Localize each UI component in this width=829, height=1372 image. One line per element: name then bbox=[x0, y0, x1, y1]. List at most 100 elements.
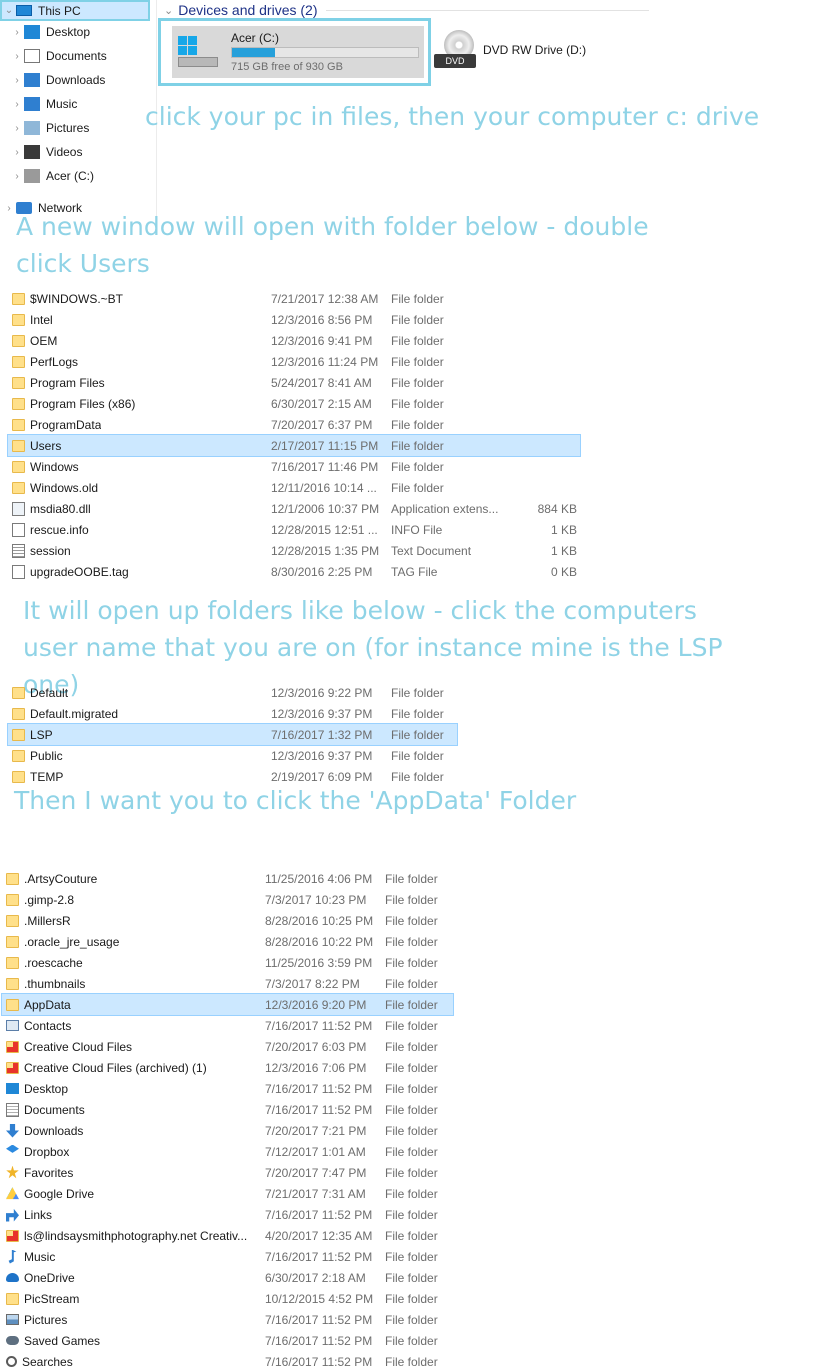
file-name: Windows.old bbox=[30, 480, 99, 495]
onedrive-icon bbox=[6, 1273, 19, 1282]
file-row[interactable]: upgradeOOBE.tag 8/30/2016 2:25 PM TAG File… bbox=[8, 561, 580, 582]
file-row[interactable]: .thumbnails 7/3/2017 8:22 PM File folder bbox=[2, 973, 453, 994]
devices-header[interactable]: ⌄ Devices and drives (2) bbox=[164, 0, 649, 20]
chevron-right-icon[interactable]: › bbox=[10, 123, 24, 134]
nav-item-music[interactable]: › Music bbox=[10, 93, 77, 115]
file-name: Public bbox=[30, 748, 63, 763]
file-row[interactable]: Program Files (x86) 6/30/2017 2:15 AM File… bbox=[8, 393, 580, 414]
file-type: File folder bbox=[391, 769, 444, 784]
file-row-selected-users[interactable]: Users 2/17/2017 11:15 PM File folder bbox=[7, 434, 581, 457]
file-row[interactable]: Google Drive 7/21/2017 7:31 AM File folder bbox=[2, 1183, 453, 1204]
file-row[interactable]: Creative Cloud Files (archived) (1) 12/3/… bbox=[2, 1057, 453, 1078]
file-row[interactable]: .gimp-2.8 7/3/2017 10:23 PM File folder bbox=[2, 889, 453, 910]
file-name: .thumbnails bbox=[24, 976, 86, 991]
file-type: File folder bbox=[385, 1249, 438, 1264]
file-row[interactable]: Contacts 7/16/2017 11:52 PM File folder bbox=[2, 1015, 453, 1036]
file-row[interactable]: PerfLogs 12/3/2016 11:24 PM File folder bbox=[8, 351, 580, 372]
file-row[interactable]: TEMP 2/19/2017 6:09 PM File folder bbox=[8, 766, 457, 787]
file-row[interactable]: Windows 7/16/2017 11:46 PM File folder bbox=[8, 456, 580, 477]
file-row[interactable]: session 12/28/2015 1:35 PM Text Document 1 … bbox=[8, 540, 580, 561]
file-row[interactable]: Program Files 5/24/2017 8:41 AM File folde… bbox=[8, 372, 580, 393]
file-type: File folder bbox=[385, 934, 438, 949]
file-name: PerfLogs bbox=[30, 354, 79, 369]
file-name: Music bbox=[24, 1249, 56, 1264]
file-row[interactable]: Windows.old 12/11/2016 10:14 ... File fold… bbox=[8, 477, 580, 498]
file-row[interactable]: Downloads 7/20/2017 7:21 PM File folder bbox=[2, 1120, 453, 1141]
file-size: 1 KB bbox=[550, 543, 577, 558]
file-name: PicStream bbox=[24, 1291, 80, 1306]
favorites-star-icon bbox=[6, 1165, 19, 1179]
file-row[interactable]: .oracle_jre_usage 8/28/2016 10:22 PM File … bbox=[2, 931, 453, 952]
file-date-modified: 7/20/2017 7:21 PM bbox=[265, 1123, 367, 1138]
chevron-right-icon[interactable]: › bbox=[10, 147, 24, 158]
folder-icon bbox=[12, 770, 25, 783]
file-row[interactable]: .roescache 11/25/2016 3:59 PM File folder bbox=[2, 952, 453, 973]
file-type: File folder bbox=[391, 706, 444, 721]
file-row[interactable]: .MillersR 8/28/2016 10:25 PM File folder bbox=[2, 910, 453, 931]
nav-item-videos[interactable]: › Videos bbox=[10, 141, 82, 163]
file-row[interactable]: Default 12/3/2016 9:22 PM File folder bbox=[8, 682, 457, 703]
file-row[interactable]: Documents 7/16/2017 11:52 PM File folder bbox=[2, 1099, 453, 1120]
file-row[interactable]: rescue.info 12/28/2015 12:51 ... INFO File… bbox=[8, 519, 580, 540]
file-row[interactable]: Public 12/3/2016 9:37 PM File folder bbox=[8, 745, 457, 766]
file-row[interactable]: Saved Games 7/16/2017 11:52 PM File folder bbox=[2, 1330, 453, 1351]
file-date-modified: 12/3/2016 8:56 PM bbox=[271, 312, 373, 327]
file-date-modified: 7/16/2017 11:52 PM bbox=[265, 1018, 373, 1033]
file-name: TEMP bbox=[30, 769, 64, 784]
file-date-modified: 7/16/2017 11:52 PM bbox=[265, 1312, 373, 1327]
chevron-right-icon[interactable]: › bbox=[10, 75, 24, 86]
file-date-modified: 11/25/2016 4:06 PM bbox=[265, 871, 373, 886]
file-row[interactable]: OEM 12/3/2016 9:41 PM File folder bbox=[8, 330, 580, 351]
file-type: File folder bbox=[385, 1123, 438, 1138]
file-row-selected-appdata[interactable]: AppData 12/3/2016 9:20 PM File folder bbox=[1, 993, 454, 1016]
file-row[interactable]: Intel 12/3/2016 8:56 PM File folder bbox=[8, 309, 580, 330]
file-row[interactable]: ProgramData 7/20/2017 6:37 PM File folder bbox=[8, 414, 580, 435]
file-row[interactable]: Searches 7/16/2017 11:52 PM File folder bbox=[2, 1351, 453, 1372]
file-row[interactable]: ls@lindsaysmithphotography.net Creativ..… bbox=[2, 1225, 453, 1246]
nav-item-downloads[interactable]: › Downloads bbox=[10, 69, 105, 91]
file-date-modified: 12/3/2016 9:22 PM bbox=[271, 685, 373, 700]
file-name: .MillersR bbox=[24, 913, 71, 928]
file-name: OEM bbox=[30, 333, 58, 348]
nav-this-pc-label: This PC bbox=[38, 3, 81, 18]
file-row[interactable]: PicStream 10/12/2015 4:52 PM File folder bbox=[2, 1288, 453, 1309]
file-row[interactable]: Music 7/16/2017 11:52 PM File folder bbox=[2, 1246, 453, 1267]
folder-icon bbox=[6, 914, 19, 927]
nav-item-pictures[interactable]: › Pictures bbox=[10, 117, 89, 139]
nav-item-documents[interactable]: › Documents bbox=[10, 45, 107, 67]
file-row[interactable]: OneDrive 6/30/2017 2:18 AM File folder bbox=[2, 1267, 453, 1288]
file-row[interactable]: Pictures 7/16/2017 11:52 PM File folder bbox=[2, 1309, 453, 1330]
file-row[interactable]: Creative Cloud Files 7/20/2017 6:03 PM Fil… bbox=[2, 1036, 453, 1057]
nav-item-acer-c[interactable]: › Acer (C:) bbox=[10, 165, 94, 187]
chevron-right-icon[interactable]: › bbox=[2, 203, 16, 214]
chevron-right-icon[interactable]: › bbox=[10, 99, 24, 110]
dvd-badge: DVD bbox=[434, 54, 476, 68]
file-row[interactable]: Default.migrated 12/3/2016 9:37 PM File fo… bbox=[8, 703, 457, 724]
file-type: File folder bbox=[385, 871, 438, 886]
file-row[interactable]: Dropbox 7/12/2017 1:01 AM File folder bbox=[2, 1141, 453, 1162]
chevron-down-icon[interactable]: ⌄ bbox=[2, 5, 16, 16]
chevron-right-icon[interactable]: › bbox=[10, 27, 24, 38]
chevron-right-icon[interactable]: › bbox=[10, 51, 24, 62]
file-row[interactable]: Desktop 7/16/2017 11:52 PM File folder bbox=[2, 1078, 453, 1099]
chevron-right-icon[interactable]: › bbox=[10, 171, 24, 182]
file-type: File folder bbox=[391, 312, 444, 327]
dvd-drive-tile[interactable]: DVD DVD RW Drive (D:) bbox=[432, 24, 632, 76]
file-row[interactable]: Favorites 7/20/2017 7:47 PM File folder bbox=[2, 1162, 453, 1183]
c-drive-tile[interactable]: Acer (C:) 715 GB free of 930 GB bbox=[158, 18, 431, 86]
nav-item-desktop[interactable]: › Desktop bbox=[10, 21, 90, 43]
file-row[interactable]: msdia80.dll 12/1/2006 10:37 PM Application… bbox=[8, 498, 580, 519]
file-row[interactable]: .ArtsyCouture 11/25/2016 4:06 PM File fold… bbox=[2, 868, 453, 889]
nav-this-pc[interactable]: ⌄ This PC bbox=[0, 0, 150, 21]
file-row-selected-lsp[interactable]: LSP 7/16/2017 1:32 PM File folder bbox=[7, 723, 458, 746]
file-type: File folder bbox=[391, 291, 444, 306]
folder-icon bbox=[12, 686, 25, 699]
folder-icon bbox=[12, 728, 25, 741]
nav-item-label: Music bbox=[46, 97, 78, 111]
file-row[interactable]: $WINDOWS.~BT 7/21/2017 12:38 AM File folde… bbox=[8, 288, 580, 309]
desktop-icon bbox=[24, 25, 40, 39]
file-date-modified: 7/3/2017 10:23 PM bbox=[265, 892, 367, 907]
file-row[interactable]: Links 7/16/2017 11:52 PM File folder bbox=[2, 1204, 453, 1225]
folder-icon bbox=[6, 935, 19, 948]
nav-item-label: Pictures bbox=[46, 121, 90, 135]
